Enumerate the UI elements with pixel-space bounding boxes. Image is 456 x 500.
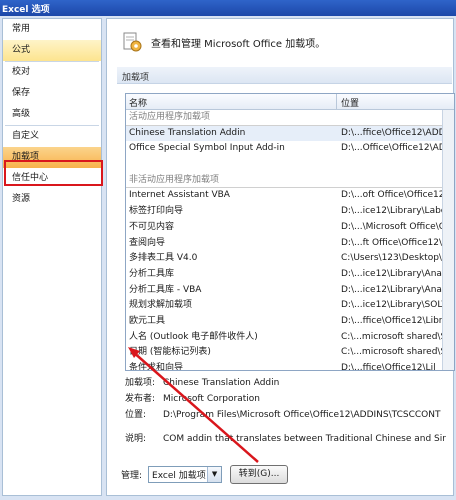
detail-publisher: 发布者: Microsoft Corporation [125,391,455,407]
list-item[interactable]: Internet Assistant VBA D:\...oft Office\… [126,188,454,204]
addin-name: 查阅向导 [129,237,166,248]
sidebar-item-save[interactable]: 保存 [3,83,101,104]
addin-location: D:\...oft Office\Office12\Lil [341,190,454,201]
section-heading: 加载项 [117,67,452,84]
addin-name: 日期 (智能标记列表) [129,347,211,358]
list-scrollbar[interactable] [442,110,454,370]
column-header-name[interactable]: 名称 [126,94,337,109]
addin-location: D:\...Office\Office12\ADDI [341,143,454,154]
detail-description-value: COM addin that translates between Tradit… [163,434,446,444]
sidebar-item-advanced[interactable]: 高级 [3,104,101,125]
detail-location-label: 位置: [125,410,147,420]
addin-location: D:\...ice12\Library\Analysis [341,284,454,295]
addin-location: D:\...ice12\Library\SOLV [341,300,448,311]
addin-name: 分析工具库 [129,268,175,279]
addin-name: Chinese Translation Addin [129,127,246,138]
addin-location: D:\...ffice\Office12\Library [341,315,454,326]
addin-name: 多排表工具 V4.0 [129,253,198,264]
addin-name: 条件求和向导 [129,363,184,371]
addin-location: C:\...microsoft shared\Sm [341,331,454,342]
addin-location: C:\...microsoft shared\Sma [341,347,454,358]
chevron-down-icon[interactable]: ▼ [207,466,222,482]
list-item[interactable]: Chinese Translation Addin D:\...ffice\Of… [126,125,454,142]
list-item[interactable]: 查阅向导 D:\...ft Office\Office12\Lil [126,236,454,252]
list-header: 名称 位置 [126,94,454,110]
detail-addin: 加载项: Chinese Translation Addin [125,375,455,391]
column-header-location[interactable]: 位置 [337,94,454,109]
sidebar-item-common[interactable]: 常用 [3,19,101,40]
sidebar-item-formulas[interactable]: 公式 [3,40,101,61]
addin-name: 人名 (Outlook 电子邮件收件人) [129,331,258,342]
group-heading-active: 活动应用程序加载项 [126,110,454,126]
detail-addin-value: Chinese Translation Addin [163,378,280,388]
addin-location: C:\Users\123\Desktop\Dp [341,253,454,264]
list-item[interactable]: 分析工具库 - VBA D:\...ice12\Library\Analysis [126,283,454,299]
addin-name: Office Special Symbol Input Add-in [129,143,285,154]
addin-name: 规划求解加载项 [129,300,193,311]
addin-location: D:\...\Microsoft Office\Offic [341,221,454,232]
list-item[interactable]: 标签打印向导 D:\...ice12\Library\Label P [126,204,454,220]
addins-list[interactable]: 名称 位置 活动应用程序加载项 Chinese Translation Addi… [125,93,455,371]
page-header: 查看和管理 Microsoft Office 加载项。 [121,29,325,55]
manage-bar: 管理: Excel 加载项 ▼ 转到(G)... [121,463,289,485]
addin-location: D:\...ft Office\Office12\Lil [341,237,453,248]
detail-location: 位置: D:\Program Files\Microsoft Office\Of… [125,407,455,423]
list-item[interactable]: Office Special Symbol Input Add-in D:\..… [126,141,454,157]
addin-name: 不可见内容 [129,221,175,232]
sidebar: 常用 公式 校对 保存 高级 自定义 加载项 信任中心 资源 [2,18,103,496]
sidebar-item-proofing[interactable]: 校对 [3,62,101,83]
list-item[interactable]: 欧元工具 D:\...ffice\Office12\Library [126,314,454,330]
addin-location: D:\...ffice\Office12\Lil [341,363,436,371]
dialog-frame: 常用 公式 校对 保存 高级 自定义 加载项 信任中心 资源 查看和管理 Mic… [0,16,456,500]
page-title: 查看和管理 Microsoft Office 加载项。 [151,38,326,50]
group-heading-inactive: 非活动应用程序加载项 [126,173,454,189]
detail-publisher-value: Microsoft Corporation [163,394,260,404]
addin-location: D:\...ffice\Office12\ADDINS [341,127,454,138]
detail-description: 说明: COM addin that translates between Tr… [125,431,455,447]
window-title-bar: Excel 选项 [0,0,456,16]
list-item[interactable]: 分析工具库 D:\...ice12\Library\Anal [126,267,454,283]
addin-name: 欧元工具 [129,315,166,326]
highlight-box [4,160,103,186]
list-item[interactable]: 日期 (智能标记列表) C:\...microsoft shared\Sma [126,345,454,361]
list-item[interactable]: 多排表工具 V4.0 C:\Users\123\Desktop\Dp [126,251,454,267]
addin-name: Internet Assistant VBA [129,190,230,201]
list-item[interactable]: 人名 (Outlook 电子邮件收件人) C:\...microsoft sha… [126,330,454,346]
detail-addin-label: 加载项: [125,378,156,388]
list-item[interactable]: 规划求解加载项 D:\...ice12\Library\SOLV [126,298,454,314]
addin-name: 分析工具库 - VBA [129,284,202,295]
sidebar-item-resources[interactable]: 资源 [3,189,101,210]
addin-location: D:\...ice12\Library\Label P [341,206,454,217]
gear-addin-icon [123,32,142,52]
detail-publisher-label: 发布者: [125,394,156,404]
detail-location-value: D:\Program Files\Microsoft Office\Office… [163,410,441,420]
go-button[interactable]: 转到(G)... [230,464,289,484]
main-panel: 查看和管理 Microsoft Office 加载项。 加载项 名称 位置 活动… [106,18,455,496]
detail-description-label: 说明: [125,434,147,444]
manage-select[interactable]: Excel 加载项 ▼ [148,465,223,483]
sidebar-item-customize[interactable]: 自定义 [3,126,101,147]
manage-label: 管理: [121,470,143,481]
addin-name: 标签打印向导 [129,206,184,217]
addin-location: D:\...ice12\Library\Anal [341,268,445,279]
addin-details: 加载项: Chinese Translation Addin 发布者: Micr… [125,375,455,447]
list-item[interactable]: 不可见内容 D:\...\Microsoft Office\Offic [126,220,454,236]
window-title: Excel 选项 [2,5,50,15]
list-item[interactable]: 条件求和向导 D:\...ffice\Office12\Lil [126,361,454,371]
manage-select-value: Excel 加载项 [152,470,206,481]
